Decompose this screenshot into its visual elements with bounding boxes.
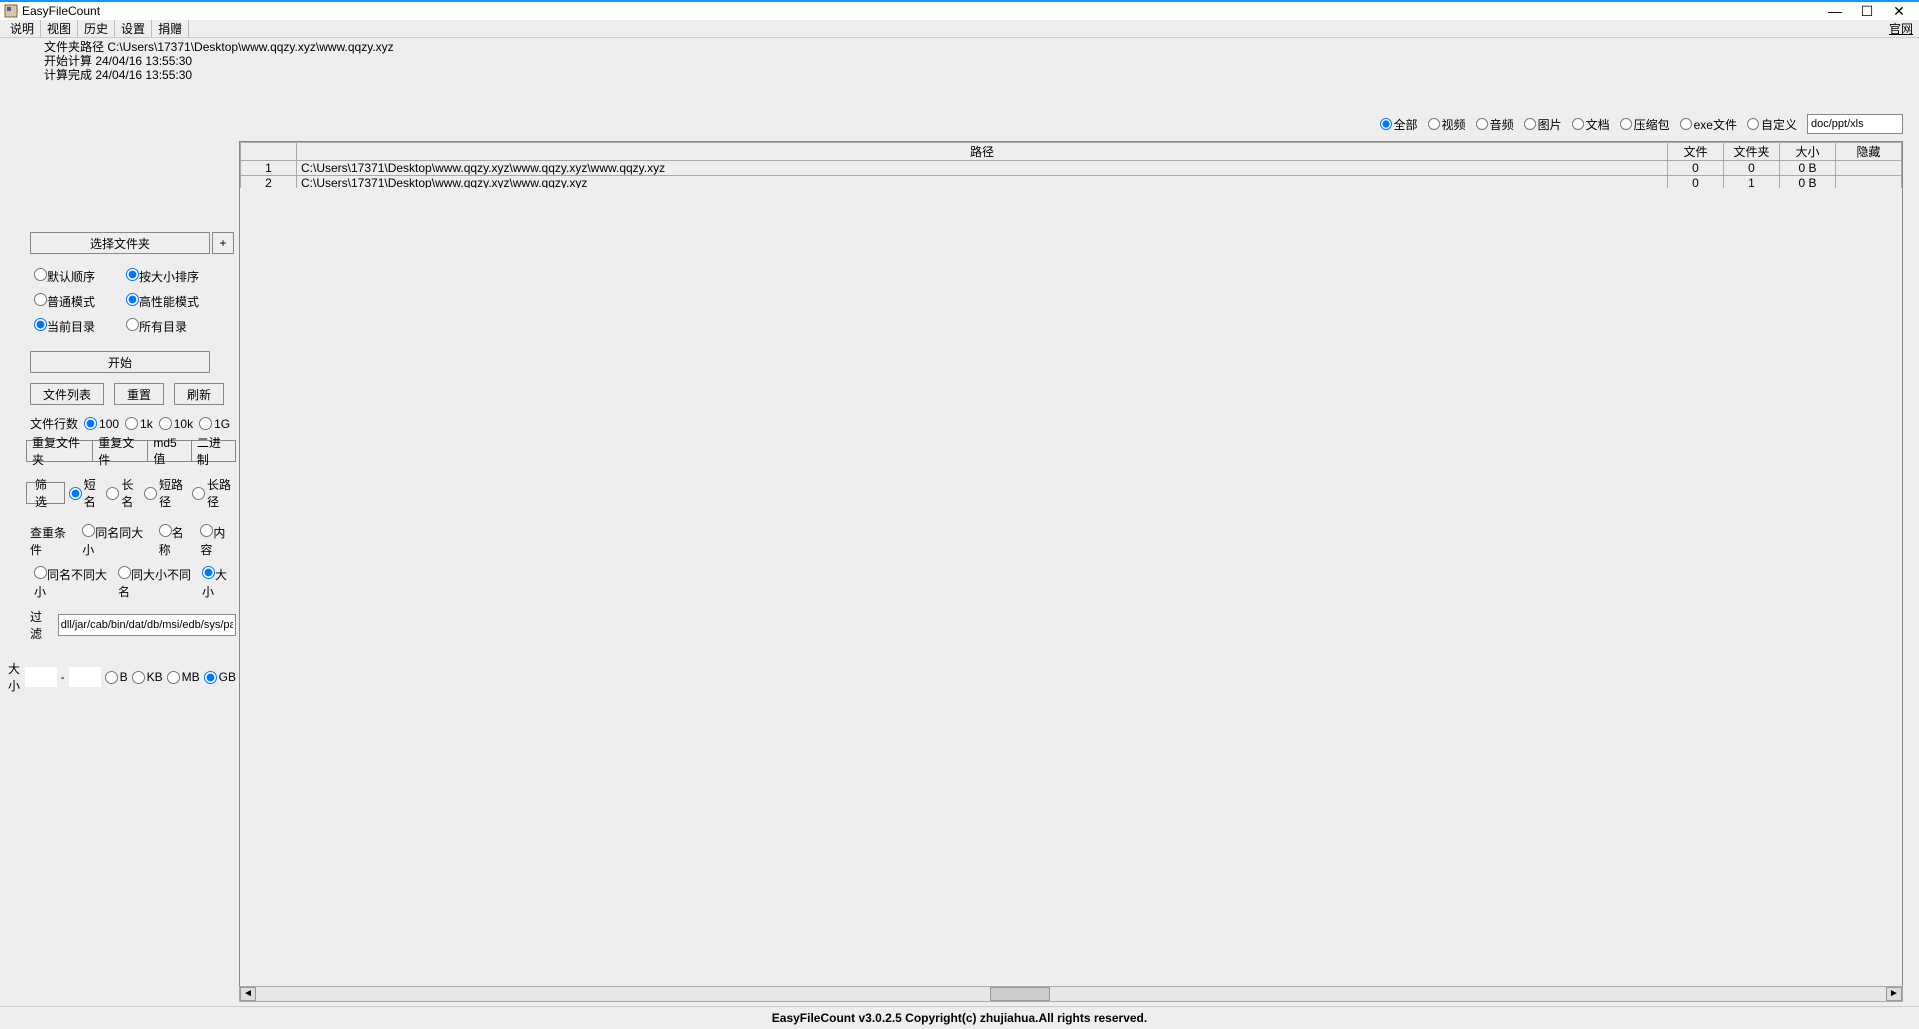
rows-100[interactable]: 100: [84, 417, 119, 431]
col-size[interactable]: 大小: [1780, 143, 1836, 161]
close-button[interactable]: ✕: [1883, 3, 1915, 20]
filelist-button[interactable]: 文件列表: [30, 383, 104, 405]
unit-gb[interactable]: GB: [204, 670, 236, 684]
table-empty-area: [239, 188, 1903, 986]
filter-button[interactable]: 筛选: [26, 482, 65, 504]
maximize-button[interactable]: ☐: [1851, 3, 1883, 20]
menu-settings[interactable]: 设置: [115, 20, 152, 37]
cond-namediffsize[interactable]: 同名不同大小: [34, 566, 112, 600]
size-dash: -: [61, 670, 65, 684]
status-done: 计算完成 24/04/16 13:55:30: [44, 68, 1919, 82]
table-header-row: 路径 文件 文件夹 大小 隐藏: [241, 143, 1902, 161]
unit-mb[interactable]: MB: [167, 670, 200, 684]
scroll-thumb[interactable]: [990, 987, 1050, 1001]
type-exe[interactable]: exe文件: [1680, 116, 1737, 133]
size-to-input[interactable]: [69, 667, 101, 687]
type-filter-row: 全部 视频 音频 图片 文档 压缩包 exe文件 自定义: [1380, 114, 1903, 134]
menu-view[interactable]: 视图: [41, 20, 78, 37]
rows-1g[interactable]: 1G: [199, 417, 230, 431]
rows-label: 文件行数: [30, 415, 78, 432]
scroll-track[interactable]: [256, 987, 1886, 1001]
col-hidden[interactable]: 隐藏: [1836, 143, 1902, 161]
minimize-button[interactable]: —: [1819, 3, 1851, 19]
reset-button[interactable]: 重置: [114, 383, 164, 405]
dup-folder-button[interactable]: 重复文件夹: [26, 440, 92, 462]
custom-ext-input[interactable]: [1807, 114, 1903, 134]
path-short[interactable]: 短路径: [144, 476, 188, 510]
type-image[interactable]: 图片: [1524, 116, 1562, 133]
menu-help[interactable]: 说明: [4, 20, 41, 37]
start-button[interactable]: 开始: [30, 351, 210, 373]
mode-normal[interactable]: 普通模式: [34, 293, 126, 310]
result-table: 路径 文件 文件夹 大小 隐藏 1 C:\Users\17371\Desktop…: [239, 141, 1903, 192]
horizontal-scrollbar[interactable]: ◄ ►: [239, 986, 1903, 1002]
type-archive[interactable]: 压缩包: [1620, 116, 1670, 133]
col-index[interactable]: [241, 143, 297, 161]
window-title: EasyFileCount: [22, 4, 1819, 18]
refresh-button[interactable]: 刷新: [174, 383, 224, 405]
guolv-label: 过滤: [30, 608, 54, 642]
binary-button[interactable]: 二进制: [191, 440, 236, 462]
dir-current[interactable]: 当前目录: [34, 318, 126, 335]
order-bysize[interactable]: 按大小排序: [126, 268, 218, 285]
type-video[interactable]: 视频: [1428, 116, 1466, 133]
type-audio[interactable]: 音频: [1476, 116, 1514, 133]
cond-size[interactable]: 大小: [202, 566, 236, 600]
type-doc[interactable]: 文档: [1572, 116, 1610, 133]
scroll-right-icon[interactable]: ►: [1886, 987, 1902, 1001]
type-custom[interactable]: 自定义: [1747, 116, 1797, 133]
rows-10k[interactable]: 10k: [159, 417, 193, 431]
unit-kb[interactable]: KB: [132, 670, 163, 684]
md5-button[interactable]: md5值: [147, 440, 191, 462]
cond-sizediffname[interactable]: 同大小不同名: [118, 566, 196, 600]
app-icon: [4, 4, 18, 18]
guolv-input[interactable]: [58, 614, 236, 636]
path-long[interactable]: 长路径: [192, 476, 236, 510]
cond-label: 查重条件: [30, 524, 76, 558]
status-start: 开始计算 24/04/16 13:55:30: [44, 54, 1919, 68]
status-path: 文件夹路径 C:\Users\17371\Desktop\www.qqzy.xy…: [44, 40, 1919, 54]
scroll-left-icon[interactable]: ◄: [240, 987, 256, 1001]
cond-name[interactable]: 名称: [159, 524, 195, 558]
size-label: 大小: [8, 660, 21, 694]
official-link[interactable]: 官网: [1889, 20, 1913, 37]
mode-perf[interactable]: 高性能模式: [126, 293, 218, 310]
titlebar: EasyFileCount — ☐ ✕: [0, 0, 1919, 20]
cond-namesize[interactable]: 同名同大小: [82, 524, 152, 558]
name-long[interactable]: 长名: [106, 476, 140, 510]
type-all[interactable]: 全部: [1380, 116, 1418, 133]
order-default[interactable]: 默认顺序: [34, 268, 126, 285]
col-folder[interactable]: 文件夹: [1724, 143, 1780, 161]
sidebar: 选择文件夹 + 默认顺序 按大小排序 普通模式 高性能模式 当前目录 所有目录 …: [4, 232, 236, 694]
menubar: 说明 视图 历史 设置 捐赠 官网: [0, 20, 1919, 38]
col-path[interactable]: 路径: [297, 143, 1668, 161]
footer: EasyFileCount v3.0.2.5 Copyright(c) zhuj…: [0, 1006, 1919, 1028]
unit-b[interactable]: B: [105, 670, 128, 684]
menu-history[interactable]: 历史: [78, 20, 115, 37]
menu-donate[interactable]: 捐赠: [152, 20, 189, 37]
add-folder-button[interactable]: +: [212, 232, 234, 254]
cond-content[interactable]: 内容: [200, 524, 236, 558]
col-file[interactable]: 文件: [1668, 143, 1724, 161]
name-short[interactable]: 短名: [69, 476, 103, 510]
dup-file-button[interactable]: 重复文件: [92, 440, 147, 462]
table-row[interactable]: 1 C:\Users\17371\Desktop\www.qqzy.xyz\ww…: [241, 161, 1902, 176]
rows-1k[interactable]: 1k: [125, 417, 153, 431]
select-folder-button[interactable]: 选择文件夹: [30, 232, 210, 254]
status-area: 文件夹路径 C:\Users\17371\Desktop\www.qqzy.xy…: [0, 38, 1919, 84]
size-from-input[interactable]: [25, 667, 57, 687]
dir-all[interactable]: 所有目录: [126, 318, 218, 335]
